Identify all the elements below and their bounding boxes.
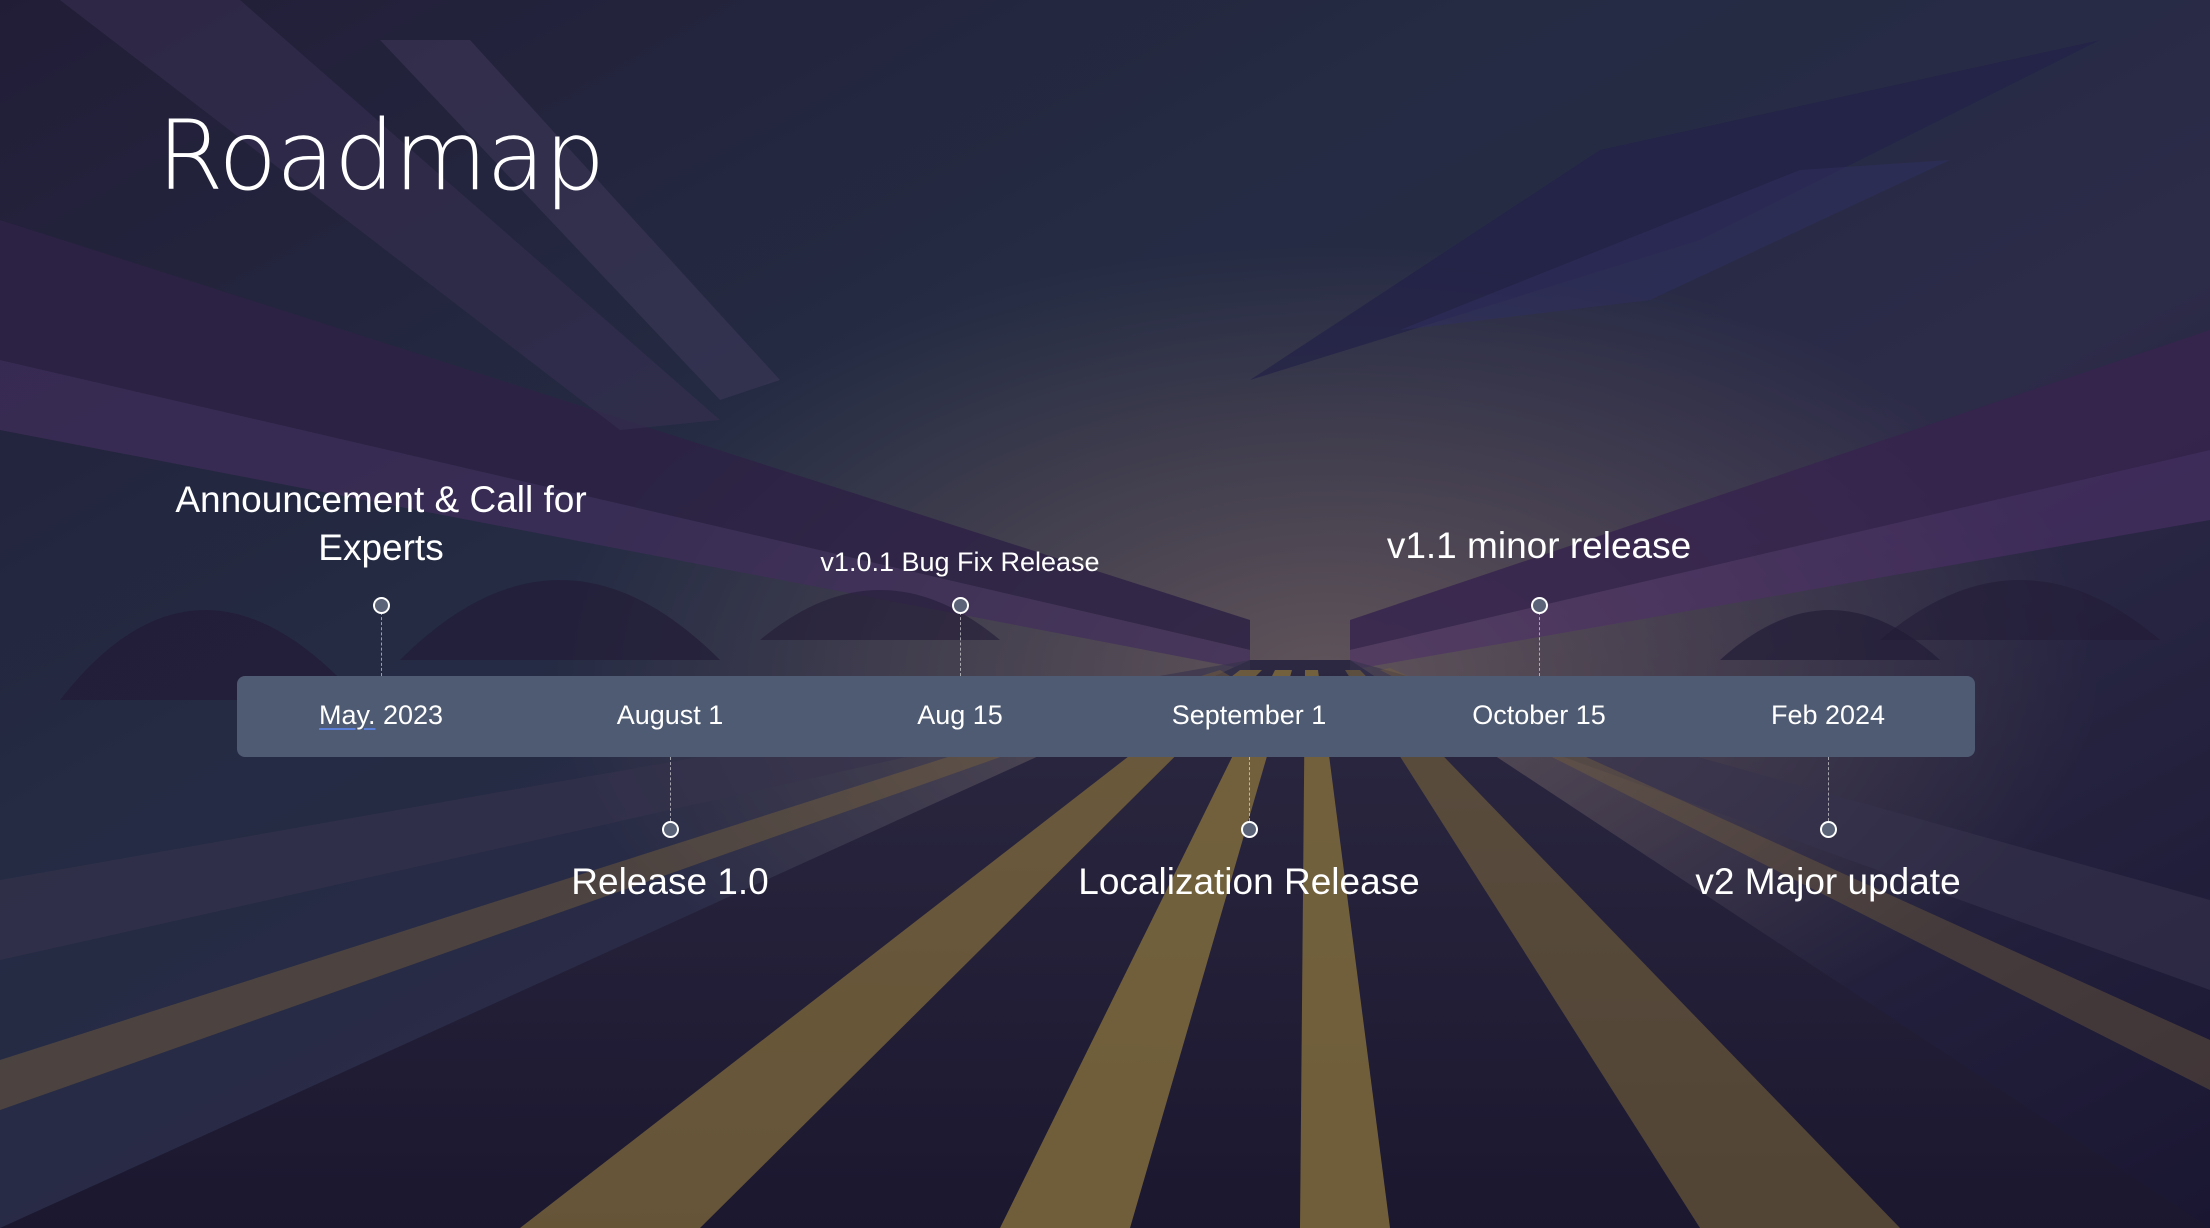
milestone-connector <box>960 612 961 676</box>
milestone-label: Localization Release <box>1078 861 1420 902</box>
milestone-label-line: Announcement & Call for <box>175 479 587 520</box>
milestone-dot <box>952 597 969 614</box>
milestone-connector <box>381 612 382 676</box>
slide-title: Roadmap <box>157 100 605 212</box>
timeline-date: Feb 2024 <box>1770 700 1886 730</box>
date-month-abbrev: May. <box>318 700 376 730</box>
milestone-dot <box>373 597 390 614</box>
milestone-dot <box>1820 821 1837 838</box>
milestone-dot <box>662 821 679 838</box>
milestone-label: Announcement & Call for Experts <box>175 476 586 572</box>
milestone-connector <box>1539 612 1540 676</box>
milestone-dot <box>1241 821 1258 838</box>
date-year: 2023 <box>375 700 444 730</box>
milestone-label: v1.0.1 Bug Fix Release <box>820 547 1100 577</box>
timeline-date: October 15 <box>1472 700 1606 730</box>
timeline-date: August 1 <box>616 700 724 730</box>
timeline-date: Aug 15 <box>917 700 1003 730</box>
milestone-label: Release 1.0 <box>571 861 769 902</box>
timeline-date: May. 2023 <box>236 698 526 732</box>
milestone-label-line: Experts <box>318 527 444 568</box>
milestone-label: v2 Major update <box>1695 861 1961 902</box>
milestone-connector <box>670 757 671 821</box>
timeline-date: September 1 <box>1171 700 1327 730</box>
milestone-label: v1.1 minor release <box>1386 525 1692 566</box>
milestone-connector <box>1249 757 1250 821</box>
milestone-dot <box>1531 597 1548 614</box>
milestone-connector <box>1828 757 1829 821</box>
